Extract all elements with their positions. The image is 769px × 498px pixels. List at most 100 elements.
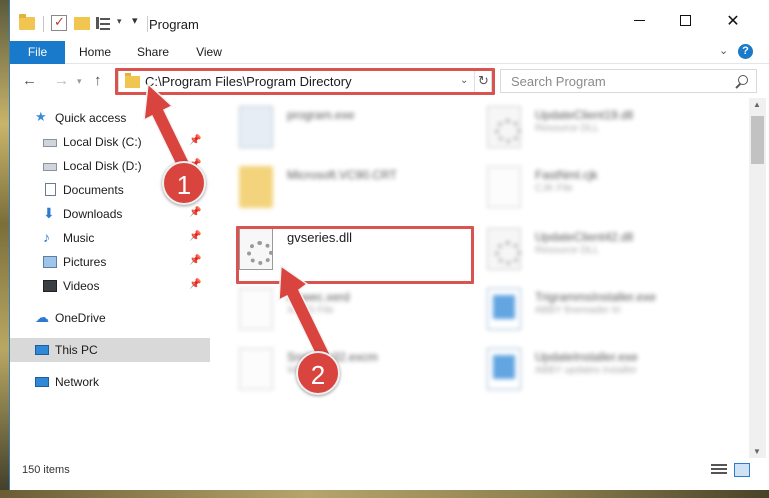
file-type: ABBY updates installer [535,365,638,376]
scroll-down-icon[interactable]: ▼ [753,447,761,456]
pictures-icon [43,256,57,268]
setup-icon [487,348,521,390]
sidebar-item-videos[interactable]: Videos 📌 [10,274,210,298]
exe-icon [239,106,273,148]
back-arrow-icon[interactable]: ← [22,72,37,89]
drive-icon [43,139,57,147]
file-name: UpdateClient19.dll [535,108,634,122]
large-icons-view-icon[interactable] [734,463,750,477]
title-bar: ▾ ▾ Program ✕ [10,0,769,41]
close-button[interactable]: ✕ [710,0,756,41]
sidebar-item-pictures[interactable]: Pictures 📌 [10,250,210,274]
tab-file[interactable]: File [10,41,65,64]
dll-icon [487,228,521,270]
annotation-badge-1: 1 [162,161,206,205]
file-type: Resource DLL [535,123,599,134]
toolbar-divider [43,16,44,32]
recent-locations-icon[interactable]: ▾ [77,76,82,87]
explorer-window: ▾ ▾ Program ✕ File Home Share View ⌄ ? ←… [9,0,769,490]
sidebar-item-label: This PC [55,343,98,357]
videos-icon [43,280,57,292]
music-icon: ♪ [43,229,50,245]
minimize-icon [633,20,645,21]
search-placeholder: Search Program [511,74,606,89]
sidebar-item-label: Pictures [63,255,107,269]
folder-icon [19,14,35,30]
close-icon: ✕ [726,12,740,30]
tab-view[interactable]: View [185,41,233,64]
file-item[interactable]: UpdateClient42.dll Resource DLL [475,220,725,276]
sidebar-item-network[interactable]: Network [10,370,210,394]
file-type: ABBY finereader tri [535,305,621,316]
up-arrow-icon[interactable]: ↑ [94,72,102,89]
desktop-background-bottom [0,490,769,498]
sidebar-item-label: Local Disk (C:) [63,135,142,149]
vertical-scrollbar[interactable]: ▲ ▼ [749,98,766,458]
dll-icon [487,106,521,148]
expand-ribbon-icon[interactable]: ⌄ [719,44,728,57]
scroll-up-icon[interactable]: ▲ [753,100,761,109]
network-icon [35,377,49,387]
file-name: program.exe [287,108,355,122]
title-divider [147,16,148,32]
sidebar-item-label: Local Disk (D:) [63,159,142,173]
setup-icon [487,288,521,330]
onedrive-icon: ☁ [35,309,49,325]
drive-icon [43,163,57,171]
tab-share[interactable]: Share [128,41,178,64]
customize-toolbar-icon[interactable]: ▾ [132,14,138,32]
file-item[interactable]: TrigrammsInstaller.exe ABBY finereader t… [475,280,725,336]
forward-arrow-icon[interactable]: → [54,72,69,89]
sidebar-item-label: Documents [63,183,124,197]
maximize-icon [679,15,691,26]
file-name: Microsoft.VC90.CRT [287,168,397,182]
file-item[interactable]: Microsoft.VC90.CRT [227,158,477,214]
documents-icon [45,183,56,196]
ribbon-tabs: File Home Share View ⌄ ? [10,41,769,64]
file-icon [239,288,273,330]
sidebar-item-music[interactable]: ♪ Music 📌 [10,226,210,250]
downloads-icon: ⬇ [43,205,55,221]
sidebar-item-label: Downloads [63,207,123,221]
sidebar-item-label: OneDrive [55,311,106,325]
search-input[interactable]: Search Program [500,69,757,93]
annotation-highlight-file [236,226,474,284]
file-item[interactable]: FastNml.cjk CJK File [475,158,725,214]
file-name: FastNml.cjk [535,168,598,182]
address-row: ← → ▾ ↑ C:\Program Files\Program Directo… [10,64,769,98]
file-item[interactable]: UpdateInstaller.exe ABBY updates install… [475,340,725,396]
search-icon[interactable] [733,74,749,90]
details-view-icon[interactable] [711,464,727,476]
pin-icon[interactable]: 📌 [189,231,201,242]
pin-icon[interactable]: 📌 [189,207,201,218]
file-name: UpdateInstaller.exe [535,350,638,364]
annotation-badge-2: 2 [296,351,340,395]
file-icon [487,166,521,208]
this-pc-icon [35,345,49,355]
file-name: TrigrammsInstaller.exe [535,290,656,304]
sidebar-item-downloads[interactable]: ⬇ Downloads 📌 [10,202,210,226]
pin-icon[interactable]: 📌 [189,255,201,266]
tab-home[interactable]: Home [70,41,120,64]
pin-icon[interactable]: 📌 [189,279,201,290]
properties-check-icon[interactable] [51,14,67,31]
sidebar-item-this-pc[interactable]: This PC [10,338,210,362]
help-icon[interactable]: ? [738,44,753,59]
file-icon [239,348,273,390]
scrollbar-thumb[interactable] [751,116,764,164]
window-title: Program [149,17,199,32]
chevron-down-icon[interactable]: ▾ [117,16,122,34]
file-type: CJK File [535,183,573,194]
sidebar-item-label: Quick access [55,111,127,125]
sidebar-item-onedrive[interactable]: ☁ OneDrive [10,306,210,330]
status-bar: 150 items [10,458,769,482]
file-name: UpdateClient42.dll [535,230,634,244]
new-folder-icon[interactable] [74,17,90,30]
file-item[interactable]: UpdateClient19.dll Resource DLL [475,98,725,154]
maximize-button[interactable] [662,0,708,41]
properties-icon[interactable] [96,15,114,31]
file-type: Resource DLL [535,245,599,256]
minimize-button[interactable] [616,0,662,41]
file-item[interactable]: program.exe [227,98,477,154]
item-count: 150 items [22,464,70,476]
